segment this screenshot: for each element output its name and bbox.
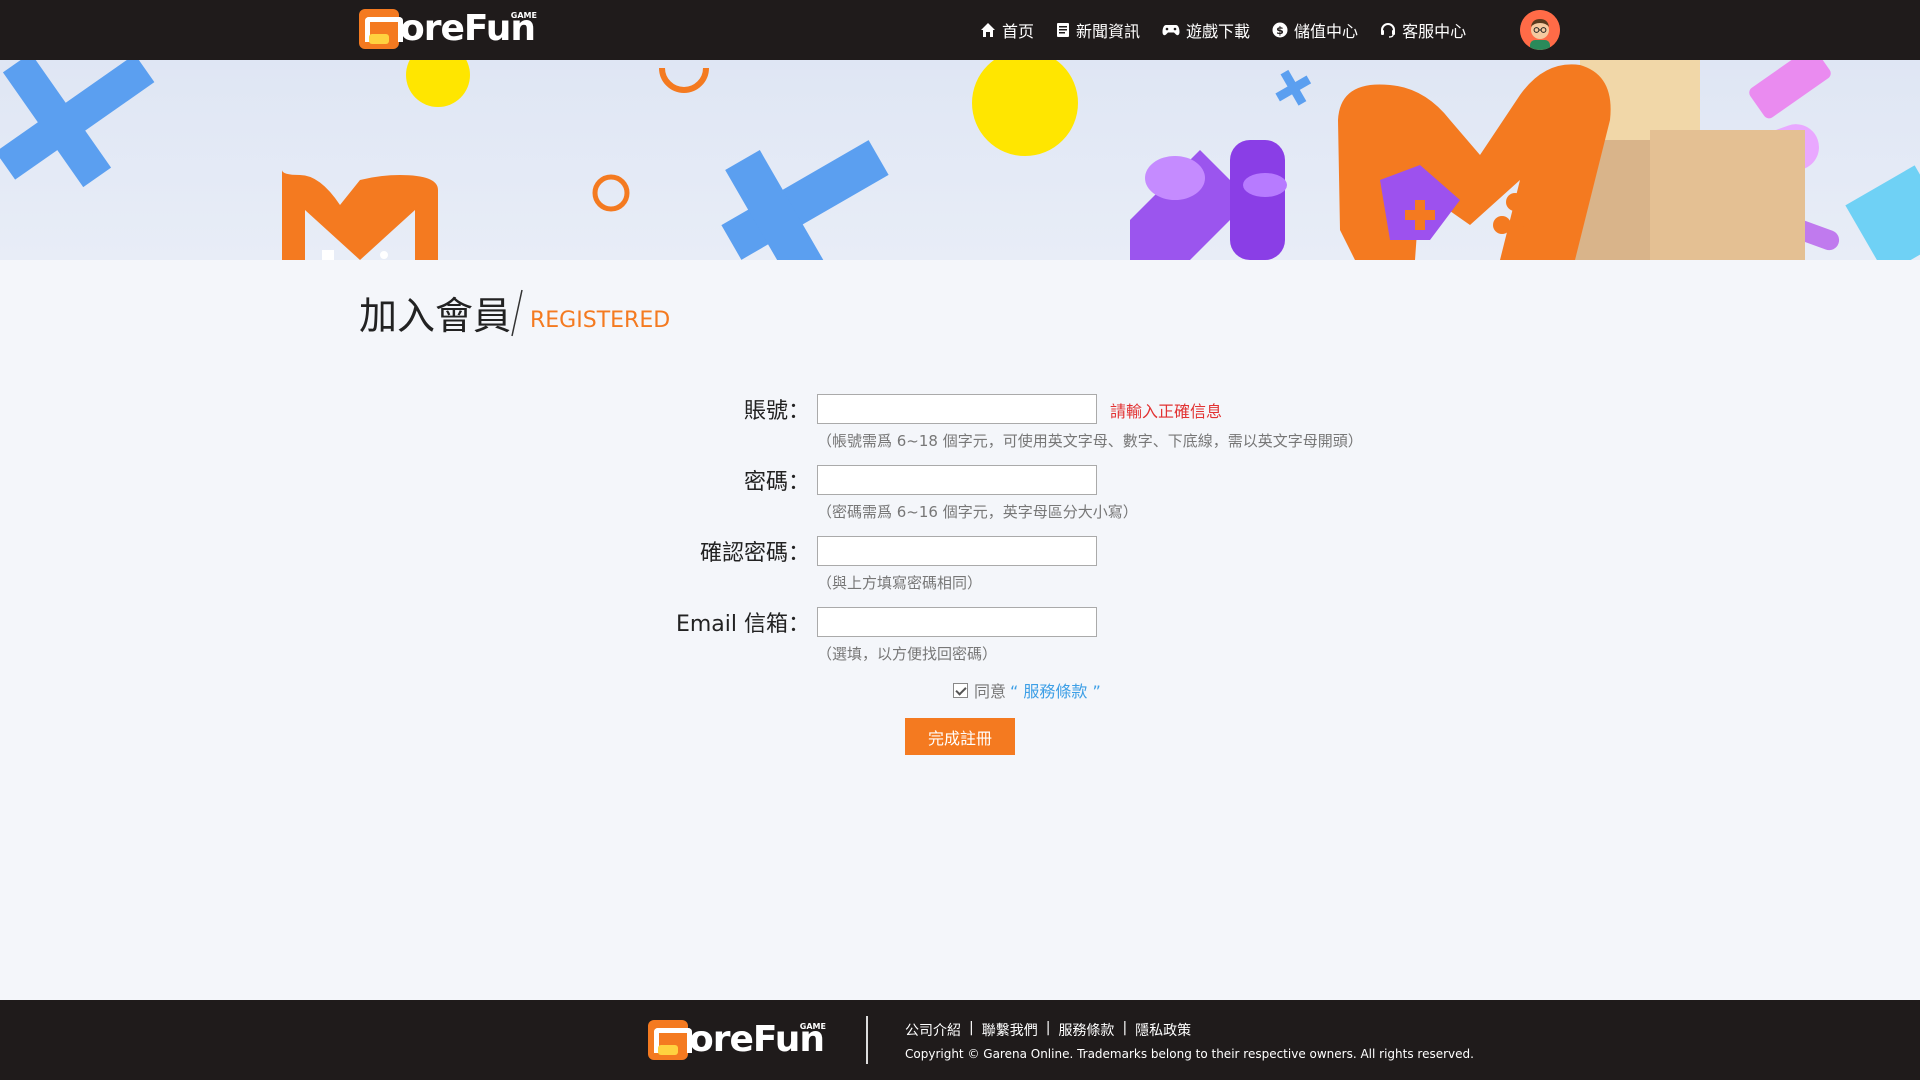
top-navbar: oreFun GAME 首页 新聞資訊 遊戲下載 $ 儲值中心 客服中心 [0,0,1920,60]
footer-logo-m-icon [648,1020,692,1060]
confirm-password-label: 確認密碼： [699,541,810,566]
svg-text:$: $ [1276,24,1284,37]
hero-banner [0,60,1920,260]
confirm-password-hint: （與上方填寫密碼相同） [817,574,983,592]
nav-label-news: 新聞資訊 [1076,22,1141,41]
nav-item-home[interactable]: 首页 [980,18,1034,42]
terms-checkbox[interactable] [953,682,968,698]
footer-logo-game-label: GAME [799,1022,826,1031]
logo-game-label: GAME [510,11,537,20]
nav-item-news[interactable]: 新聞資訊 [1056,18,1140,42]
terms-agree-label: 同意 [974,682,1007,701]
footer-logo[interactable]: oreFun GAME [648,1019,826,1061]
email-label: Email 信箱： [675,612,810,637]
user-avatar[interactable] [1520,10,1560,50]
submit-register-button[interactable]: 完成註冊 [905,718,1015,755]
footer-divider [866,1016,868,1064]
terms-link[interactable]: “ 服務條款 ” [1010,678,1101,702]
account-hint: （帳號需爲 6~18 個字元，可使用英文字母、數字、下底線，需以英文字母開頭） [817,432,1363,450]
password-input[interactable] [817,465,1097,495]
nav-label-download: 遊戲下載 [1186,22,1251,41]
footer-link-terms[interactable]: 服務條款 [1058,1020,1114,1040]
site-footer: oreFun GAME 公司介紹 | 聯繫我們 | 服務條款 | 隱私政策 Co… [0,1000,1920,1080]
avatar-icon [1520,10,1560,50]
main-nav: 首页 新聞資訊 遊戲下載 $ 儲值中心 客服中心 [980,0,1488,60]
nav-item-topup[interactable]: $ 儲值中心 [1272,18,1358,42]
email-input[interactable] [817,607,1097,637]
headset-icon [1381,23,1396,38]
page-title: 加入會員 [359,294,512,338]
footer-separator: | [1122,1020,1128,1036]
nav-item-download[interactable]: 遊戲下載 [1162,18,1250,42]
email-hint: （選填，以方便找回密碼） [817,645,998,663]
footer-link-contact[interactable]: 聯繫我們 [982,1020,1038,1040]
footer-link-privacy[interactable]: 隱私政策 [1135,1020,1191,1040]
account-input[interactable] [817,394,1097,424]
footer-separator: | [969,1020,974,1036]
footer-links: 公司介紹 | 聯繫我們 | 服務條款 | 隱私政策 [905,1020,1191,1040]
footer-separator: | [1045,1020,1051,1036]
account-error-message: 請輸入正確信息 [1110,402,1223,421]
password-hint: （密碼需爲 6~16 個字元，英字母區分大小寫） [817,503,1138,521]
password-label: 密碼： [743,470,810,495]
gamepad-icon [1162,25,1180,36]
title-slash-divider [511,289,523,337]
page-subtitle: REGISTERED [530,308,671,333]
nav-label-topup: 儲值中心 [1294,22,1359,41]
banner-illustration [0,60,1920,260]
news-icon [1057,23,1070,37]
dollar-icon: $ [1272,22,1288,38]
site-logo[interactable]: oreFun GAME [359,8,537,50]
copyright-text: Copyright © Garena Online. Trademarks be… [905,1047,1474,1061]
nav-item-support[interactable]: 客服中心 [1380,18,1466,42]
nav-label-support: 客服中心 [1402,22,1467,41]
home-icon [981,23,995,37]
account-label: 賬號： [743,399,810,424]
logo-m-icon [359,9,403,49]
nav-label-home: 首页 [1002,22,1035,41]
confirm-password-input[interactable] [817,536,1097,566]
terms-agreement: 同意 “ 服務條款 ” [953,678,1101,702]
footer-link-about[interactable]: 公司介紹 [905,1020,961,1040]
